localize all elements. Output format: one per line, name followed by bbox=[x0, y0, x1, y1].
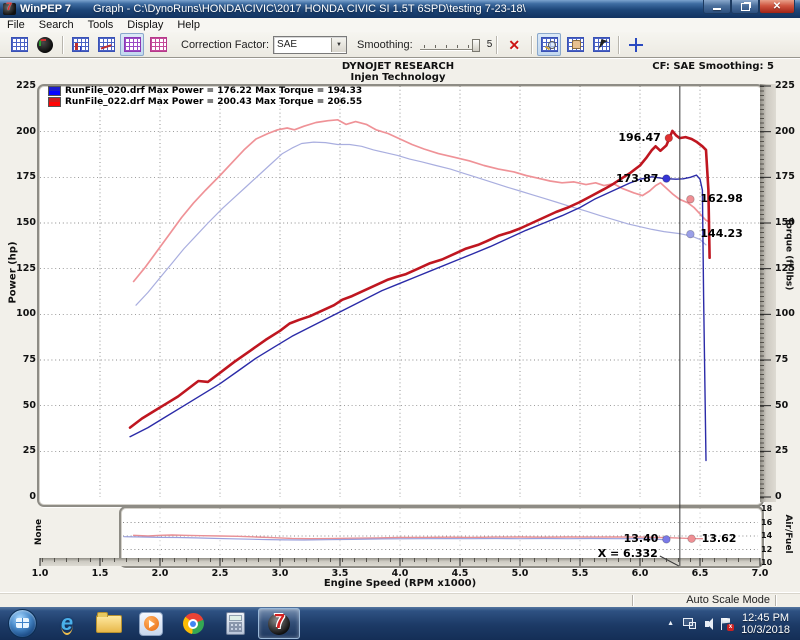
legend-row-run020[interactable]: RunFile_020.drf Max Power = 176.22 Max T… bbox=[48, 85, 362, 96]
torque-axis-band bbox=[760, 84, 776, 502]
taskbar-clock[interactable]: 12:45 PM 10/3/2018 bbox=[741, 612, 790, 636]
taskbar-calculator[interactable] bbox=[220, 611, 250, 637]
taskbar-internet-explorer[interactable]: e bbox=[52, 611, 82, 637]
chart-title: DYNOJET RESEARCH bbox=[40, 61, 756, 72]
taskbar-chrome[interactable] bbox=[178, 611, 208, 637]
torque-axis-title: Torque (ft-lbs) bbox=[784, 207, 794, 302]
restore-icon bbox=[741, 3, 750, 11]
power-axis-title: Power (hp) bbox=[8, 237, 19, 309]
axis-scale-button[interactable] bbox=[624, 33, 648, 56]
tray-expand-icon[interactable]: ▲ bbox=[667, 620, 674, 627]
rpm-axis-band bbox=[40, 558, 760, 566]
media-player-icon bbox=[139, 612, 163, 636]
correction-factor-label: Correction Factor: bbox=[181, 39, 269, 51]
correction-factor-select[interactable]: SAE ▼ bbox=[273, 36, 347, 54]
red-x-icon: ✕ bbox=[508, 38, 520, 52]
legend-text-run020: RunFile_020.drf Max Power = 176.22 Max T… bbox=[65, 86, 362, 96]
select-arrow-icon bbox=[593, 37, 610, 52]
close-icon: ✕ bbox=[773, 2, 781, 12]
delete-run-button[interactable]: ✕ bbox=[502, 33, 526, 56]
menu-file[interactable]: File bbox=[0, 19, 32, 31]
run022-color-swatch bbox=[48, 97, 61, 107]
chevron-down-icon[interactable]: ▼ bbox=[331, 38, 346, 52]
menu-display[interactable]: Display bbox=[120, 19, 170, 31]
smoothing-value: 5 bbox=[487, 39, 493, 50]
speaker-icon[interactable] bbox=[705, 621, 709, 627]
graph-overlay-icon bbox=[124, 37, 141, 52]
folder-icon bbox=[96, 615, 122, 633]
smoothing-slider[interactable] bbox=[420, 38, 480, 52]
run020-color-swatch bbox=[48, 86, 61, 96]
menu-bar: File Search Tools Display Help bbox=[0, 18, 800, 33]
network-icon[interactable] bbox=[683, 618, 696, 629]
correction-factor-value: SAE bbox=[274, 39, 331, 50]
close-button[interactable]: ✕ bbox=[759, 0, 795, 14]
winpep-window: WinPEP 7 Graph - C:\DynoRuns\HONDA\CIVIC… bbox=[0, 0, 800, 640]
clock-date: 10/3/2018 bbox=[741, 624, 790, 636]
table-view-button[interactable] bbox=[7, 33, 31, 56]
af-axis-title: Air/Fuel bbox=[783, 508, 793, 560]
menu-search[interactable]: Search bbox=[32, 19, 81, 31]
system-tray: ▲ x 12:45 PM 10/3/2018 bbox=[667, 607, 796, 640]
select-mode-button[interactable] bbox=[589, 33, 613, 56]
action-center-flag-icon[interactable]: x bbox=[721, 618, 731, 630]
restore-button[interactable] bbox=[731, 0, 759, 14]
graph-multi-button[interactable] bbox=[146, 33, 170, 56]
graph-line-icon bbox=[98, 37, 115, 52]
document-title: Graph - C:\DynoRuns\HONDA\CIVIC\2017 HON… bbox=[93, 3, 526, 15]
correction-note: CF: SAE Smoothing: 5 bbox=[652, 61, 774, 72]
chrome-icon bbox=[183, 613, 204, 634]
app-name: WinPEP 7 bbox=[20, 3, 71, 15]
table-icon bbox=[11, 37, 28, 52]
calculator-icon bbox=[226, 612, 245, 635]
taskbar-winpep-active[interactable] bbox=[258, 608, 300, 639]
cross-arrows-icon bbox=[629, 38, 643, 52]
scale-mode-status: Auto Scale Mode bbox=[686, 594, 770, 606]
pan-hand-button[interactable] bbox=[563, 33, 587, 56]
zoom-in-icon bbox=[541, 37, 558, 52]
title-bar[interactable]: WinPEP 7 Graph - C:\DynoRuns\HONDA\CIVIC… bbox=[0, 0, 800, 18]
minimize-button[interactable] bbox=[703, 0, 731, 14]
menu-tools[interactable]: Tools bbox=[81, 19, 121, 31]
gauge-icon bbox=[37, 37, 53, 53]
chart-area: DYNOJET RESEARCH Injen Technology CF: SA… bbox=[0, 58, 800, 593]
slider-track bbox=[420, 49, 480, 50]
graph-3d-button[interactable] bbox=[68, 33, 92, 56]
smoothing-label: Smoothing: bbox=[357, 39, 413, 51]
graph-3d-icon bbox=[72, 37, 89, 52]
run-legend: RunFile_020.drf Max Power = 176.22 Max T… bbox=[48, 85, 362, 107]
af-row-label: None bbox=[34, 511, 44, 553]
taskbar: e ▲ x 12:45 PM 10/3/2018 bbox=[0, 607, 800, 640]
winpep-icon bbox=[268, 613, 290, 635]
graph-line-button[interactable] bbox=[94, 33, 118, 56]
status-bar: Auto Scale Mode bbox=[0, 592, 800, 608]
x-axis-title: Engine Speed (RPM x1000) bbox=[40, 578, 760, 589]
window-controls: ✕ bbox=[703, 0, 795, 14]
toolbar: Correction Factor: SAE ▼ Smoothing: 5 ✕ bbox=[0, 32, 800, 58]
main-plot-panel[interactable] bbox=[37, 84, 764, 507]
legend-text-run022: RunFile_022.drf Max Power = 200.43 Max T… bbox=[65, 97, 362, 107]
zoom-in-button[interactable] bbox=[537, 33, 561, 56]
graph-overlay-button[interactable] bbox=[120, 33, 144, 56]
windows-logo-icon bbox=[16, 618, 29, 628]
minimize-icon bbox=[713, 8, 721, 10]
start-button[interactable] bbox=[8, 609, 37, 638]
clock-time: 12:45 PM bbox=[741, 612, 790, 624]
pan-hand-icon bbox=[567, 37, 584, 52]
taskbar-media-player[interactable] bbox=[136, 611, 166, 637]
slider-thumb[interactable] bbox=[472, 39, 480, 52]
taskbar-file-explorer[interactable] bbox=[94, 611, 124, 637]
menu-help[interactable]: Help bbox=[170, 19, 207, 31]
internet-explorer-icon: e bbox=[61, 613, 73, 635]
gauge-view-button[interactable] bbox=[33, 33, 57, 56]
chart-subtitle: Injen Technology bbox=[40, 72, 756, 83]
legend-row-run022[interactable]: RunFile_022.drf Max Power = 200.43 Max T… bbox=[48, 96, 362, 107]
winpep-app-icon bbox=[3, 3, 16, 15]
graph-multi-icon bbox=[150, 37, 167, 52]
